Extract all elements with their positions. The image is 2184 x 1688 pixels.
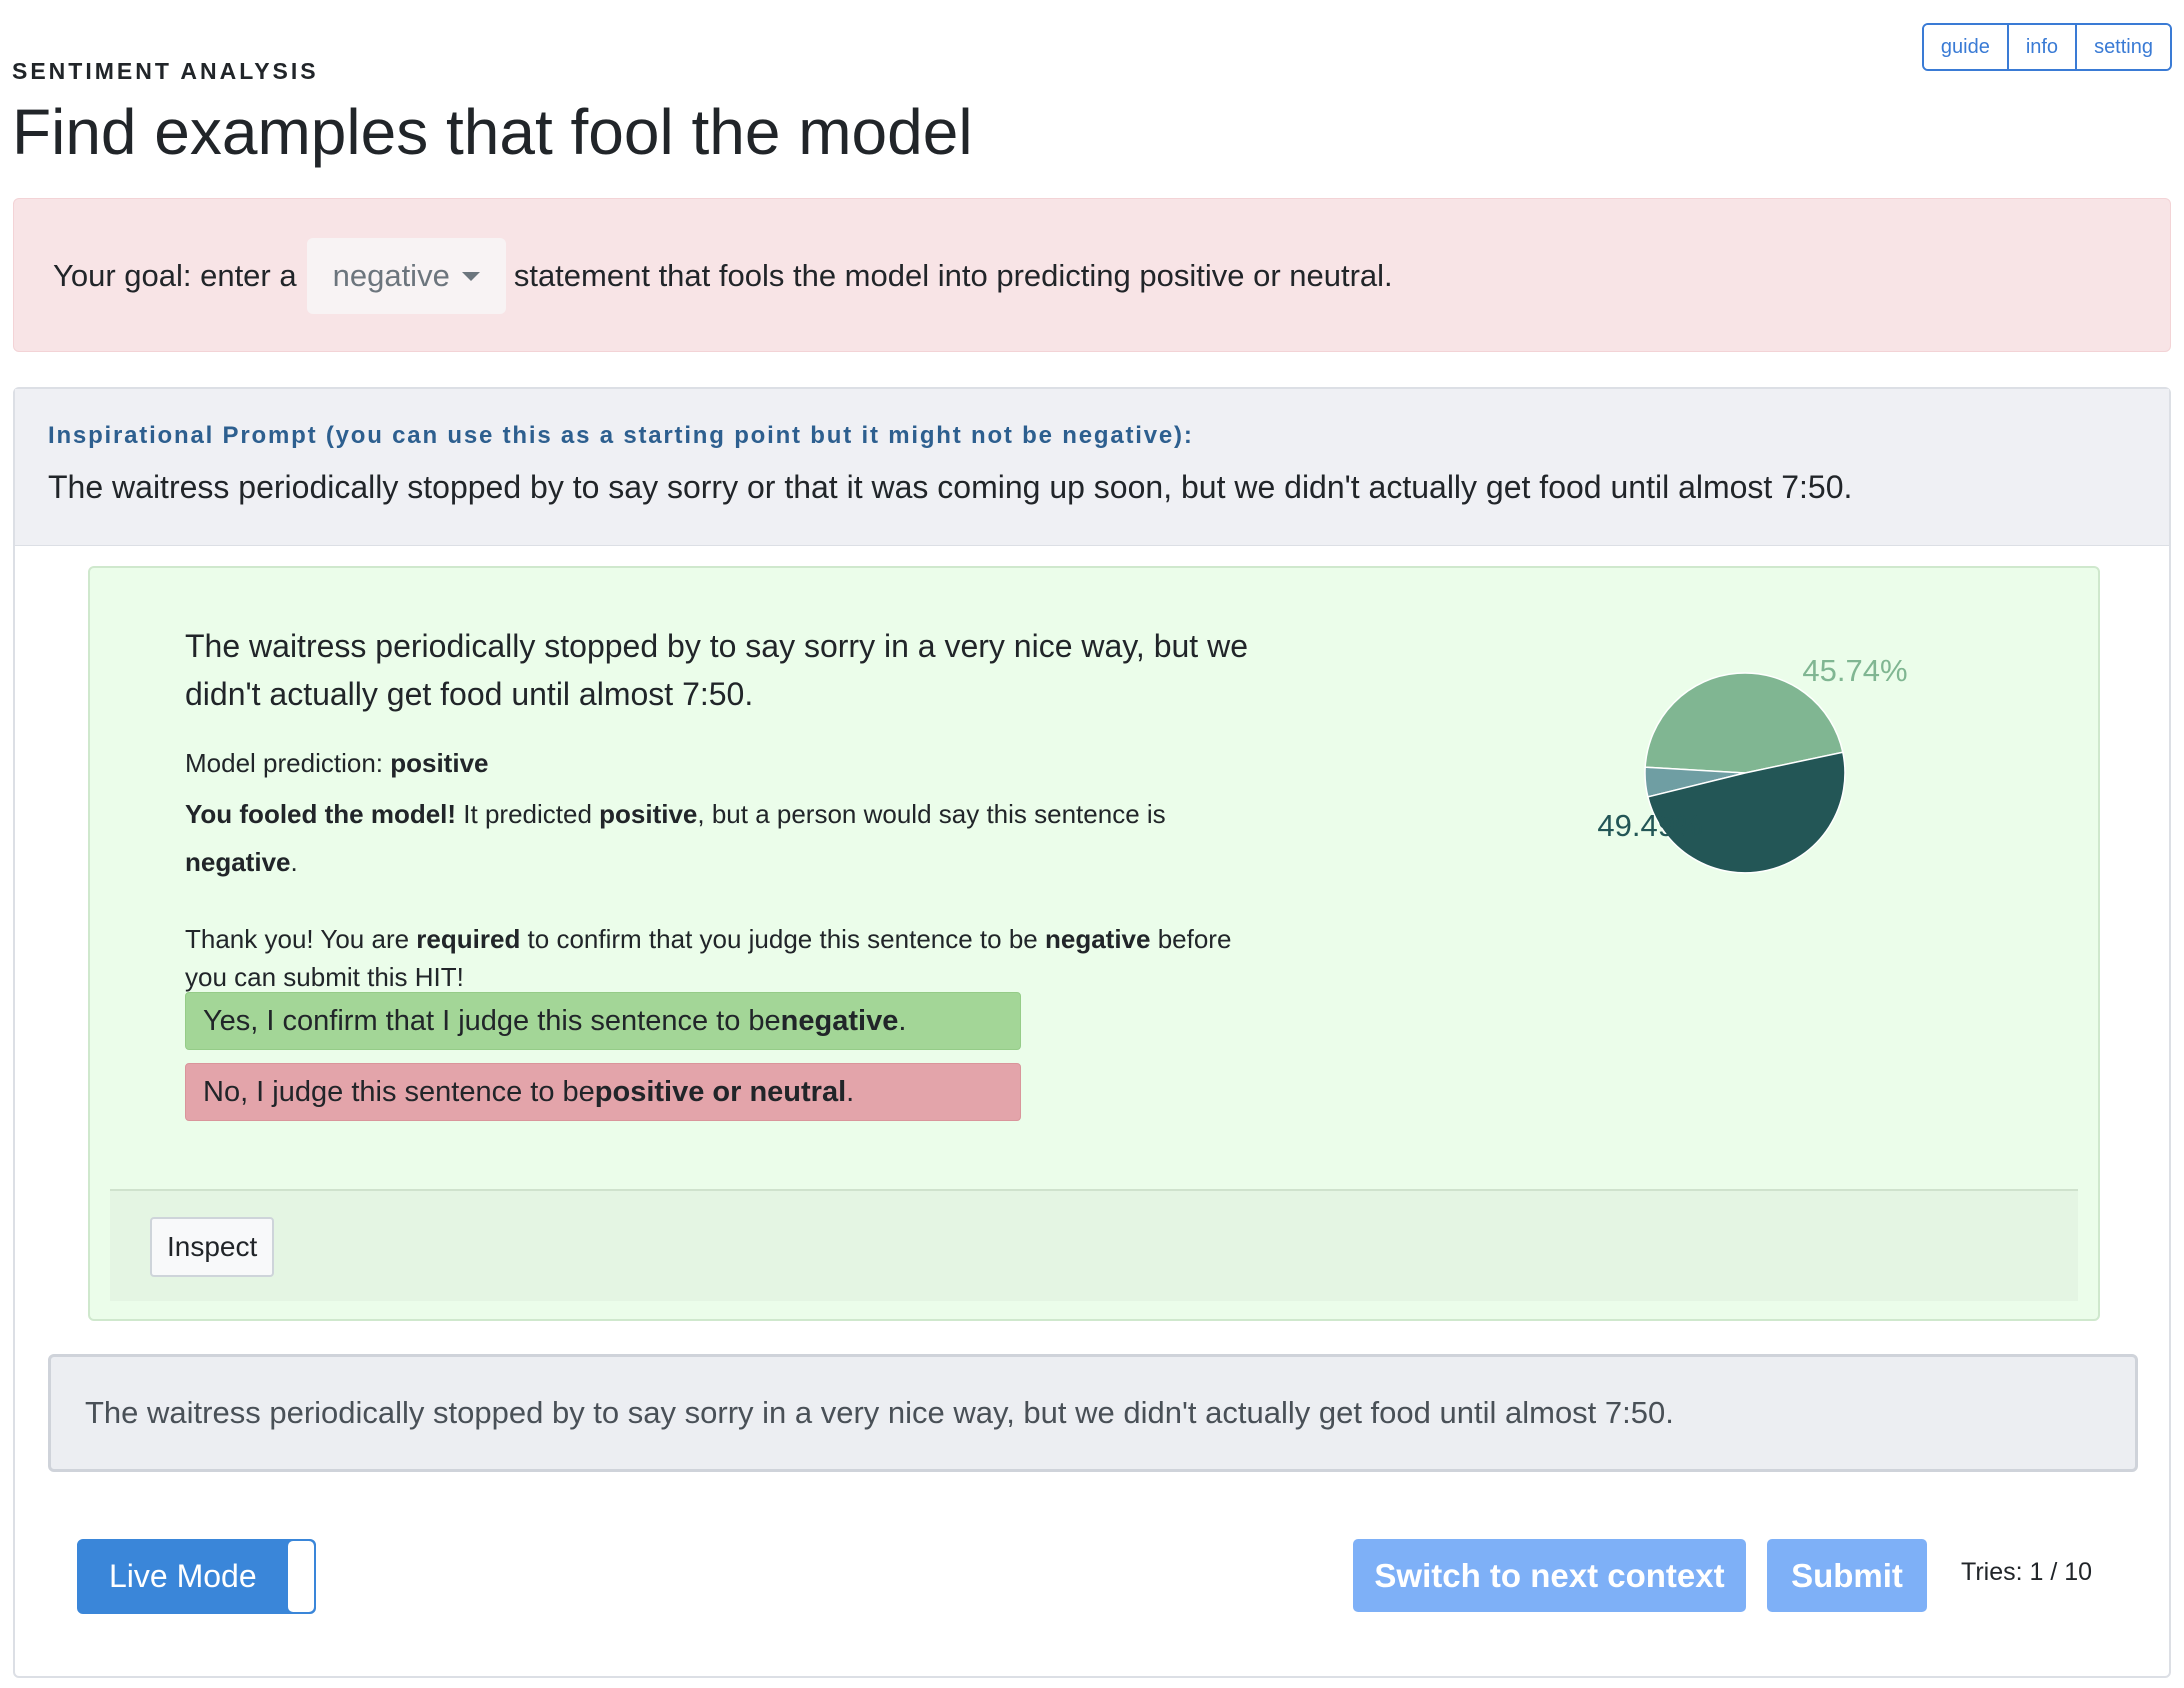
fooled-mid2: , but a person would say this sentence i… [697, 799, 1166, 829]
live-mode-label: Live Mode [109, 1558, 257, 1594]
sentiment-dropdown[interactable]: negative [306, 238, 506, 314]
pie-label-2: 49.49% [1597, 808, 1702, 843]
prompt-text: The waitress periodically stopped by to … [48, 469, 1853, 505]
thanks-label: negative [1044, 924, 1151, 954]
switch-context-button[interactable]: Switch to next context [1353, 1539, 1746, 1612]
confirm-instructions: Thank you! You are required to confirm t… [185, 920, 1235, 996]
no-end: . [846, 1075, 855, 1108]
statement-input-value: The waitress periodically stopped by to … [85, 1395, 1674, 1430]
result-footer: Inspect [110, 1189, 2078, 1301]
no-prefix: No, I judge this sentence to be [203, 1075, 595, 1108]
task-label: SENTIMENT ANALYSIS [12, 58, 319, 84]
pie-label-0: 45.74% [1802, 653, 1907, 688]
info-button[interactable]: info [2006, 25, 2076, 69]
inspirational-prompt: Inspirational Prompt (you can use this a… [15, 389, 2169, 546]
fooled-pred: positive [599, 799, 698, 829]
guide-button[interactable]: guide [1923, 25, 2007, 69]
goal-prefix: Your goal: enter a [53, 258, 297, 293]
fooled-mid1: It predicted [456, 799, 600, 829]
prompt-label: Inspirational Prompt (you can use this a… [48, 422, 1194, 449]
fooled-message: You fooled the model! It predicted posit… [185, 790, 1235, 886]
live-mode-toggle[interactable]: Live Mode [77, 1539, 316, 1614]
goal-text: Your goal: enter a negative statement th… [53, 199, 1393, 353]
confirm-no-button[interactable]: No, I judge this sentence to be positive… [185, 1063, 1021, 1121]
prediction-prefix: Model prediction: [185, 748, 391, 778]
fooled-label: negative [185, 847, 291, 877]
caret-down-icon [461, 271, 480, 281]
top-nav: guide info setting [1921, 23, 2172, 71]
goal-banner: Your goal: enter a negative statement th… [13, 198, 2171, 352]
model-prediction: Model prediction: positive [185, 748, 488, 779]
submit-button[interactable]: Submit [1767, 1539, 1927, 1612]
main-card: Inspirational Prompt (you can use this a… [13, 387, 2171, 1678]
thanks-1: Thank you! You are [185, 924, 417, 954]
result-card: The waitress periodically stopped by to … [88, 566, 2100, 1321]
yes-end: . [898, 1004, 907, 1037]
page-title: Find examples that fool the model [12, 96, 973, 168]
thanks-required: required [416, 924, 521, 954]
prediction-value: positive [390, 748, 489, 778]
inspect-button[interactable]: Inspect [150, 1217, 275, 1277]
fooled-bold: You fooled the model! [185, 799, 457, 829]
toggle-knob [288, 1541, 314, 1612]
tries-counter: Tries: 1 / 10 [1961, 1557, 2093, 1586]
confirm-yes-button[interactable]: Yes, I confirm that I judge this sentenc… [185, 992, 1021, 1050]
submitted-sentence: The waitress periodically stopped by to … [185, 628, 1248, 712]
prediction-pie-chart: 45.74% 49.49% [1490, 628, 1990, 928]
no-label: positive or neutral [594, 1075, 847, 1108]
yes-label: negative [780, 1004, 899, 1037]
statement-input[interactable]: The waitress periodically stopped by to … [48, 1354, 2138, 1472]
sentiment-dropdown-value: negative [332, 258, 450, 293]
pie-svg: 45.74% 49.49% [1597, 653, 1908, 874]
thanks-2: to confirm that you judge this sentence … [520, 924, 1045, 954]
yes-prefix: Yes, I confirm that I judge this sentenc… [203, 1004, 781, 1037]
fooled-end: . [290, 847, 298, 877]
setting-button[interactable]: setting [2075, 25, 2170, 69]
goal-suffix: statement that fools the model into pred… [513, 258, 1393, 293]
